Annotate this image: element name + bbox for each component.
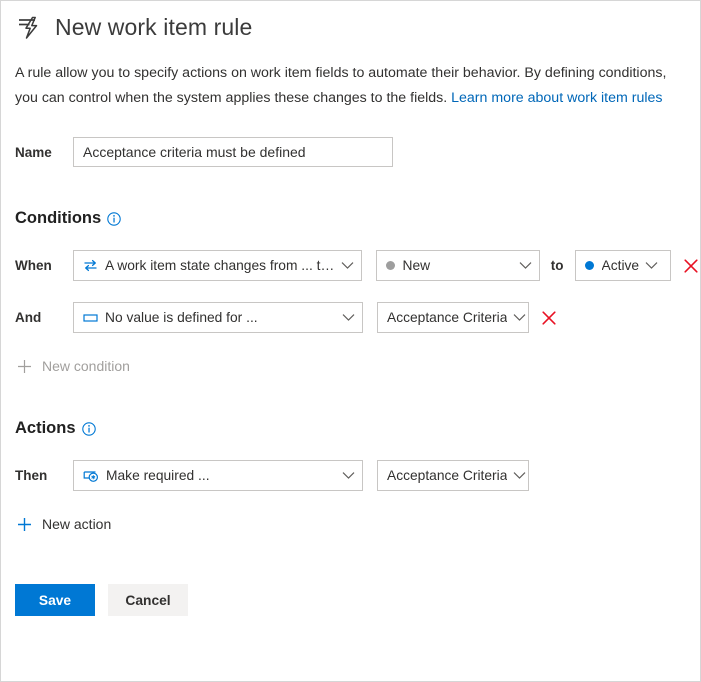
info-circle-icon[interactable] [107, 211, 121, 226]
conditions-heading: Conditions [15, 209, 700, 228]
chevron-down-icon [645, 261, 658, 270]
then-action-field-value: Acceptance Criteria [387, 468, 508, 483]
chevron-down-icon [341, 261, 354, 270]
when-condition-type-value: A work item state changes from ... to ..… [105, 258, 335, 273]
chevron-down-icon [342, 313, 355, 322]
info-circle-icon[interactable] [81, 421, 96, 436]
state-dot-new [385, 261, 395, 270]
new-condition-button[interactable]: New condition [17, 358, 130, 374]
description-text: A rule allow you to specify actions on w… [15, 61, 675, 111]
description-line-2: you can control when the system applies … [15, 90, 448, 106]
rule-lightning-icon [15, 13, 45, 43]
actions-heading: Actions [15, 419, 700, 438]
name-row: Name [15, 137, 700, 167]
chevron-down-icon [342, 471, 355, 480]
when-from-state-value: New [402, 258, 431, 273]
when-label: When [15, 258, 52, 273]
when-from-state-dropdown[interactable]: New [375, 250, 540, 281]
and-condition-field-dropdown[interactable]: Acceptance Criteria [377, 302, 529, 333]
state-dot-active [584, 261, 594, 270]
and-condition-type-value: No value is defined for ... [105, 310, 258, 325]
and-label: And [15, 310, 42, 325]
learn-more-link[interactable]: Learn more about work item rules [451, 90, 662, 106]
then-action-field-dropdown[interactable]: Acceptance Criteria [377, 460, 529, 491]
delete-condition-and-icon[interactable] [540, 309, 558, 327]
to-separator-label: to [550, 258, 564, 273]
make-required-field-icon [83, 469, 99, 482]
new-action-button[interactable]: New action [17, 516, 111, 532]
chevron-down-icon [519, 261, 532, 270]
then-action-type-value: Make required ... [106, 468, 210, 483]
save-button[interactable]: Save [15, 584, 95, 616]
condition-row-and: And No value is defined for ... Acceptan… [15, 302, 700, 333]
new-condition-label: New condition [42, 358, 130, 374]
condition-row-when: When A work item state changes from ... … [15, 250, 700, 281]
cancel-button[interactable]: Cancel [108, 584, 188, 616]
action-row-then: Then Make required ... Acceptance Criter… [15, 460, 700, 491]
rule-name-input[interactable] [73, 137, 393, 167]
delete-condition-when-icon[interactable] [682, 257, 700, 275]
and-condition-field-value: Acceptance Criteria [387, 310, 508, 325]
then-label: Then [15, 468, 48, 483]
page-title: New work item rule [55, 14, 253, 41]
when-to-state-dropdown[interactable]: Active [574, 250, 672, 281]
then-action-type-dropdown[interactable]: Make required ... [73, 460, 363, 491]
new-work-item-rule-dialog: New work item rule A rule allow you to s… [0, 0, 701, 682]
chevron-down-icon [513, 313, 526, 322]
when-condition-type-dropdown[interactable]: A work item state changes from ... to ..… [73, 250, 362, 281]
actions-heading-label: Actions [15, 419, 76, 437]
description-line-1: A rule allow you to specify actions on w… [15, 65, 667, 81]
dialog-header: New work item rule [1, 1, 700, 43]
name-label: Name [15, 144, 52, 160]
and-condition-type-dropdown[interactable]: No value is defined for ... [73, 302, 363, 333]
state-transition-arrows-icon [83, 259, 98, 272]
new-action-label: New action [42, 516, 112, 532]
conditions-heading-label: Conditions [15, 209, 102, 227]
empty-field-rectangle-icon [83, 312, 98, 324]
when-to-state-value: Active [601, 258, 640, 273]
chevron-down-icon [513, 471, 526, 480]
plus-icon [17, 359, 32, 374]
dialog-footer: Save Cancel [15, 584, 700, 616]
plus-icon [17, 517, 32, 532]
